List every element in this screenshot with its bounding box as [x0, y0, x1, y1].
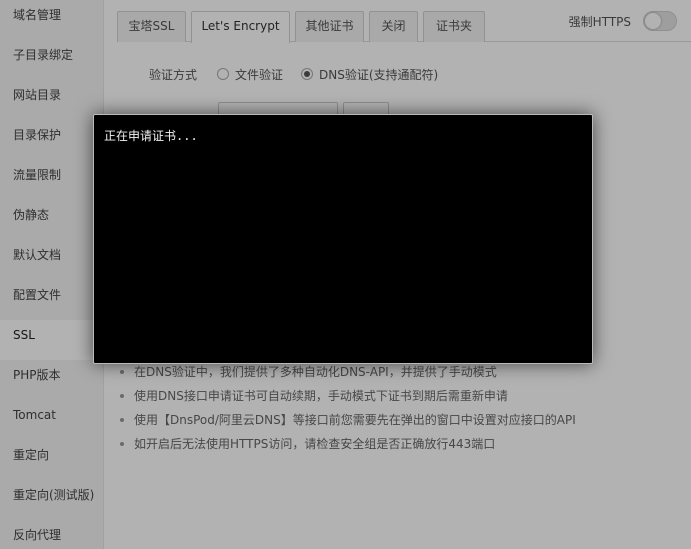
console-output: 正在申请证书... — [104, 129, 198, 143]
console-window: 正在申请证书... — [93, 114, 593, 364]
